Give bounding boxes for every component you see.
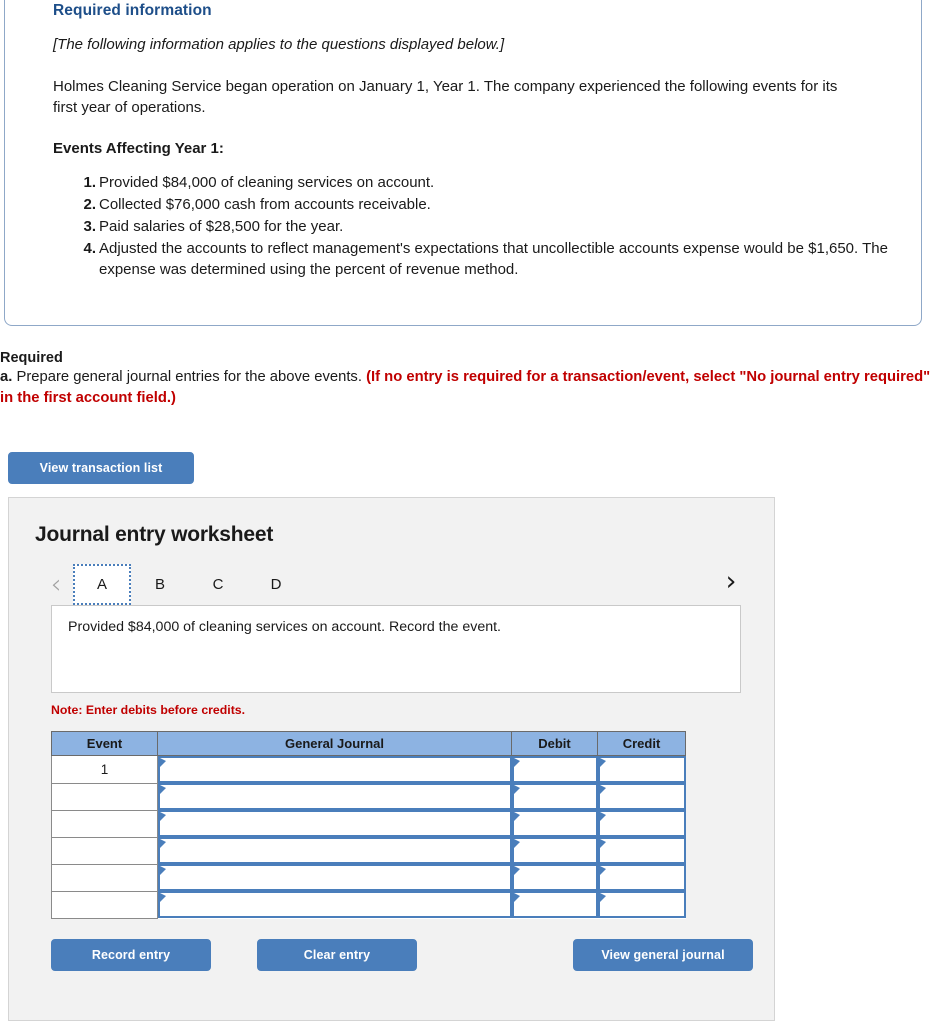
list-item-number: 1.: [83, 174, 96, 192]
table-row: [51, 809, 686, 838]
required-information-card: Required information [The following info…: [4, 0, 922, 326]
column-header-debit: Debit: [511, 731, 598, 756]
worksheet-action-buttons: Record entry Clear entry View general jo…: [9, 938, 774, 975]
credit-cell: [597, 755, 686, 783]
list-item-text: Provided $84,000 of cleaning services on…: [99, 174, 435, 192]
column-header-event: Event: [51, 731, 158, 756]
debit-cell: [511, 755, 598, 783]
worksheet-tabs-navigation: ‹ A B C D ›: [9, 564, 774, 605]
debit-input-6[interactable]: [511, 891, 598, 918]
list-item: 3. Paid salaries of $28,500 for the year…: [79, 217, 895, 238]
general-journal-cell: [157, 810, 512, 837]
general-journal-input-6[interactable]: [158, 891, 512, 918]
debit-input-2[interactable]: [511, 783, 598, 810]
general-journal-cell: [157, 783, 512, 810]
credit-input-1[interactable]: [597, 756, 686, 783]
general-journal-input-4[interactable]: [158, 837, 512, 864]
table-row: [51, 863, 686, 892]
credit-cell: [597, 810, 686, 837]
tab-c[interactable]: C: [189, 564, 247, 605]
required-section: Required a. Prepare general journal entr…: [0, 350, 939, 410]
debit-input-3[interactable]: [511, 810, 598, 837]
tab-d-label: D: [270, 576, 282, 593]
debit-cell: [511, 783, 598, 810]
list-item-text: Collected $76,000 cash from accounts rec…: [99, 196, 431, 214]
debits-before-credits-note: Note: Enter debits before credits.: [51, 703, 246, 717]
worksheet-title: Journal entry worksheet: [35, 523, 274, 546]
list-item-number: 3.: [83, 218, 96, 236]
view-general-journal-button[interactable]: View general journal: [573, 938, 753, 971]
journal-entry-worksheet-panel: Journal entry worksheet ‹ A B C D › Prov…: [8, 497, 775, 1021]
debit-input-1[interactable]: [511, 756, 598, 783]
event-number-cell: [51, 863, 158, 892]
required-label: Required: [0, 350, 63, 366]
tab-a-label: A: [96, 575, 107, 593]
credit-input-4[interactable]: [597, 837, 686, 864]
event-number-cell: [51, 782, 158, 811]
record-entry-button[interactable]: Record entry: [51, 938, 211, 971]
applies-to-questions-note: [The following information applies to th…: [53, 36, 505, 53]
debit-cell: [511, 891, 598, 918]
tab-a[interactable]: A: [73, 564, 131, 605]
column-header-general-journal: General Journal: [157, 731, 512, 756]
column-header-credit: Credit: [597, 731, 686, 756]
table-row: [51, 890, 686, 919]
list-item: 4. Adjusted the accounts to reflect mana…: [79, 239, 895, 281]
table-row: 1: [51, 755, 686, 784]
list-item: 2. Collected $76,000 cash from accounts …: [79, 195, 895, 216]
table-row: [51, 782, 686, 811]
credit-input-6[interactable]: [597, 891, 686, 918]
credit-cell: [597, 783, 686, 810]
debit-input-5[interactable]: [511, 864, 598, 891]
required-instruction: a. Prepare general journal entries for t…: [0, 367, 935, 410]
event-number-cell: [51, 809, 158, 838]
credit-input-3[interactable]: [597, 810, 686, 837]
tab-b[interactable]: B: [131, 564, 189, 605]
credit-input-5[interactable]: [597, 864, 686, 891]
credit-input-2[interactable]: [597, 783, 686, 810]
transaction-description-text: Provided $84,000 of cleaning services on…: [68, 619, 501, 635]
chevron-left-icon[interactable]: ‹: [39, 571, 73, 598]
list-item-number: 4.: [83, 239, 96, 257]
debit-input-4[interactable]: [511, 837, 598, 864]
tab-b-label: B: [154, 576, 165, 593]
credit-cell: [597, 864, 686, 891]
view-transaction-list-button[interactable]: View transaction list: [8, 452, 194, 484]
general-journal-input-5[interactable]: [158, 864, 512, 891]
list-item-text: Paid salaries of $28,500 for the year.: [99, 218, 344, 236]
journal-entry-table: Event General Journal Debit Credit 1: [51, 731, 686, 919]
transaction-description-box: Provided $84,000 of cleaning services on…: [51, 605, 741, 693]
scenario-intro-text: Holmes Cleaning Service began operation …: [53, 78, 838, 116]
event-number-cell: 1: [51, 755, 158, 784]
debit-cell: [511, 810, 598, 837]
debit-cell: [511, 837, 598, 864]
general-journal-input-3[interactable]: [158, 810, 512, 837]
required-item-text: Prepare general journal entries for the …: [16, 369, 362, 385]
required-item-letter: a.: [0, 369, 13, 385]
general-journal-input-2[interactable]: [158, 783, 512, 810]
general-journal-cell: [157, 864, 512, 891]
general-journal-cell: [157, 755, 512, 783]
credit-cell: [597, 891, 686, 918]
credit-cell: [597, 837, 686, 864]
debit-cell: [511, 864, 598, 891]
table-header-row: Event General Journal Debit Credit: [51, 731, 686, 756]
general-journal-cell: [157, 891, 512, 918]
list-item-number: 2.: [83, 196, 96, 214]
event-number-cell: [51, 836, 158, 865]
table-row: [51, 836, 686, 865]
event-number-cell: [51, 890, 158, 919]
tab-d[interactable]: D: [247, 564, 305, 605]
general-journal-cell: [157, 837, 512, 864]
events-list: 1. Provided $84,000 of cleaning services…: [53, 173, 895, 280]
list-item-text: Adjusted the accounts to reflect managem…: [99, 239, 888, 278]
chevron-right-icon[interactable]: ›: [714, 568, 748, 595]
tab-c-label: C: [212, 576, 224, 593]
required-information-title: Required information: [53, 2, 212, 19]
general-journal-input-1[interactable]: [158, 756, 512, 783]
clear-entry-button[interactable]: Clear entry: [257, 938, 417, 971]
events-affecting-heading: Events Affecting Year 1:: [53, 140, 224, 158]
list-item: 1. Provided $84,000 of cleaning services…: [79, 173, 895, 194]
